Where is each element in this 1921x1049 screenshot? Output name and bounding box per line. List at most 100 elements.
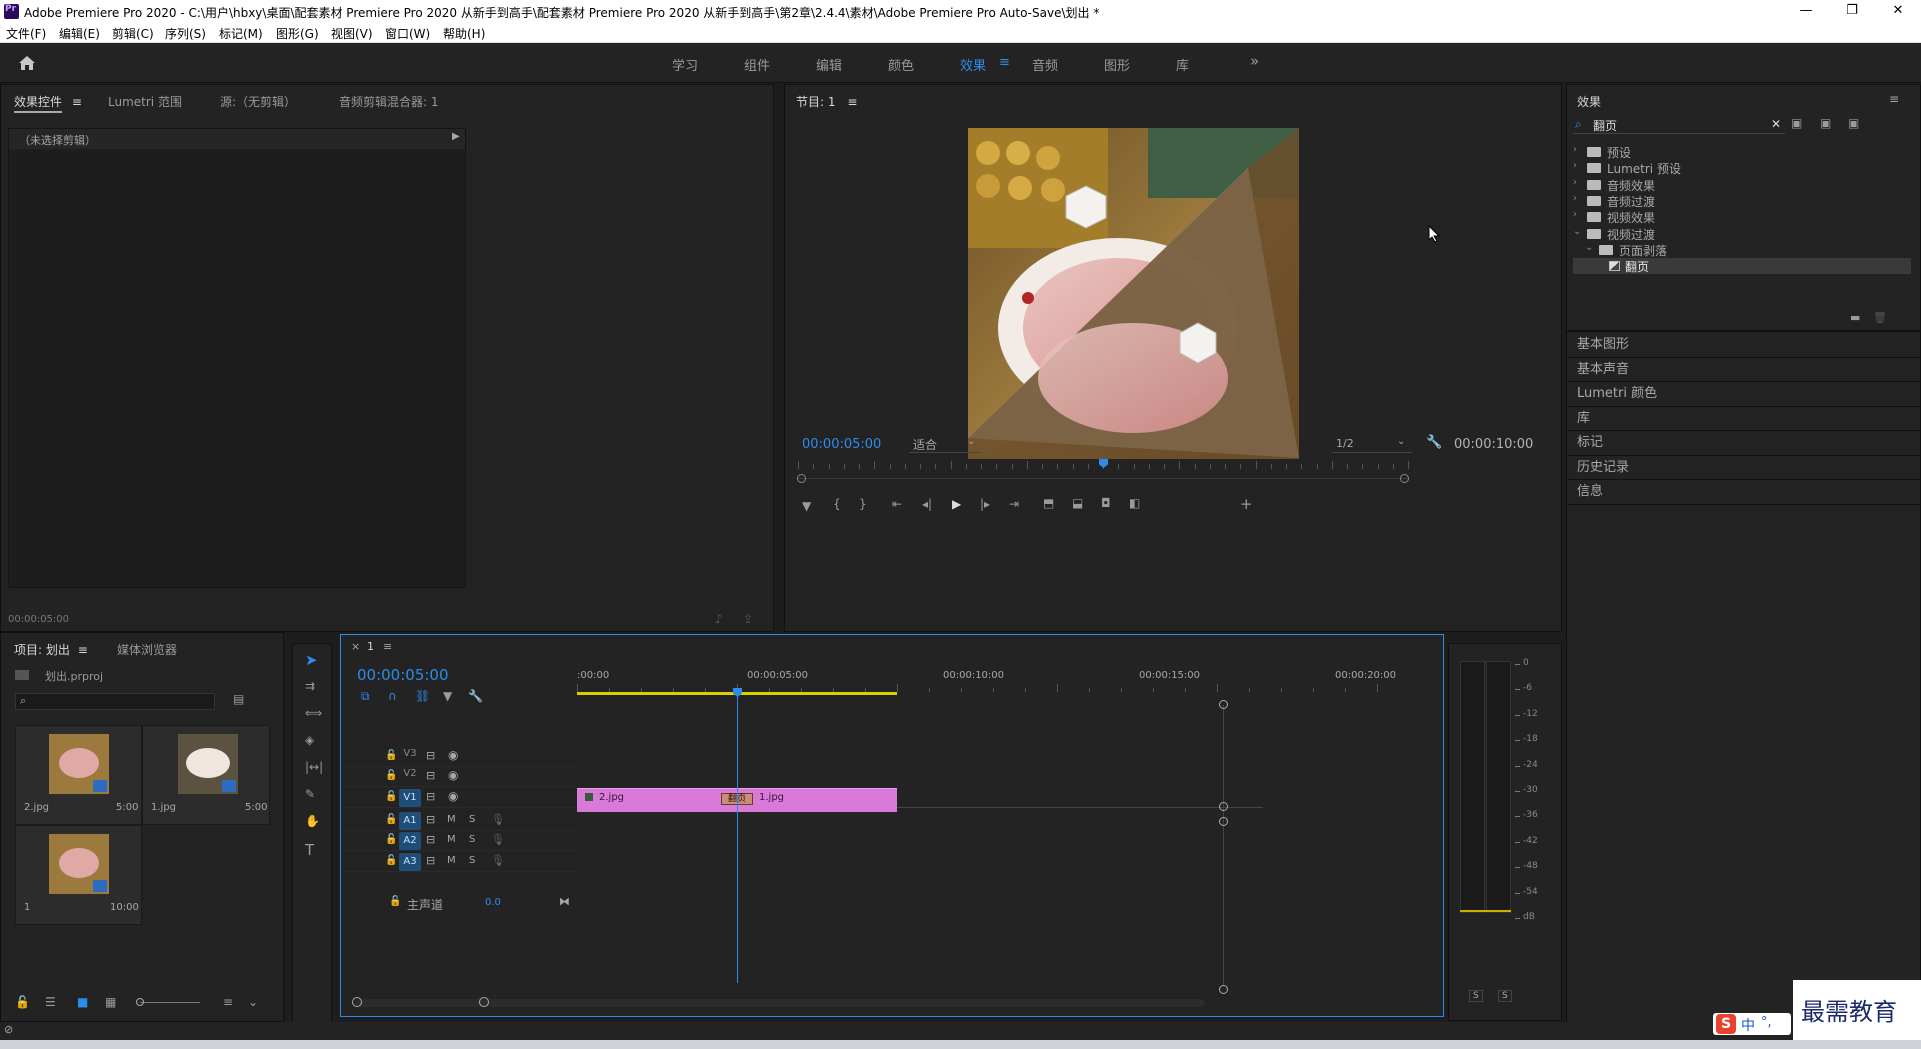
track-target-a2[interactable]: A2 — [399, 832, 421, 851]
tab-program[interactable]: 节目: 1 ≡ — [796, 93, 857, 110]
track-area[interactable]: 2.jpg1.jpg翻页 — [577, 747, 1263, 987]
lock-icon[interactable]: 🔓 — [385, 814, 397, 825]
pen-tool-icon[interactable]: ✎ — [305, 787, 315, 801]
solo-left-button[interactable]: S — [1469, 990, 1483, 1002]
sequence-menu-icon[interactable]: ≡ — [383, 640, 392, 653]
solo-button[interactable]: S — [469, 855, 475, 866]
32bit-effects-icon[interactable]: ▣ — [1820, 116, 1831, 130]
timeline-timecode[interactable]: 00:00:05:00 — [357, 666, 449, 684]
lock-icon[interactable]: 🔓 — [389, 896, 401, 907]
timeline-ruler[interactable]: :00:00 00:00:05:00 00:00:10:00 00:00:15:… — [577, 670, 1417, 695]
chevron-right-icon[interactable]: › — [1573, 160, 1577, 171]
effects-tree-item[interactable]: › 预设 — [1573, 144, 1911, 160]
new-bin-icon[interactable]: ▬ — [1850, 311, 1860, 324]
yuv-effects-icon[interactable]: ▣ — [1848, 116, 1859, 130]
timeline-settings-icon[interactable]: 🔧 — [468, 689, 483, 703]
lock-icon[interactable]: 🔓 — [385, 834, 397, 845]
go-to-in-icon[interactable]: ⇤ — [892, 497, 902, 511]
sync-lock-icon[interactable]: ⊟ — [426, 769, 435, 782]
vertical-scrollbar[interactable] — [1223, 705, 1224, 985]
linked-selection-icon[interactable]: ⛓ — [415, 689, 430, 703]
timeline-clip[interactable]: 1.jpg — [737, 788, 897, 812]
menu-sequence[interactable]: 序列(S) — [165, 25, 206, 42]
effects-section-6[interactable]: 信息 — [1567, 480, 1921, 505]
program-scrubber[interactable] — [798, 459, 1409, 473]
tab-source[interactable]: 源:（无剪辑） — [220, 93, 296, 110]
sync-lock-icon[interactable]: ⊟ — [426, 833, 435, 846]
effects-tree-item[interactable]: › Lumetri 预设 — [1573, 160, 1911, 176]
track-target-v1[interactable]: V1 — [399, 788, 421, 807]
master-volume-value[interactable]: 0.0 — [485, 897, 501, 908]
mute-button[interactable]: M — [447, 814, 456, 825]
chevron-right-icon[interactable]: › — [1573, 177, 1577, 188]
timeline-clip[interactable]: 2.jpg — [577, 788, 737, 812]
play-icon[interactable]: ▶ — [952, 497, 961, 511]
sort-icon[interactable]: ≡ — [223, 995, 233, 1009]
lock-icon[interactable]: 🔓 — [385, 750, 397, 761]
timeline-playhead[interactable] — [733, 688, 742, 697]
export-frame-icon[interactable]: ◘ — [1101, 496, 1111, 510]
effects-tree-item[interactable]: ⌄ 视频过渡 — [1573, 226, 1911, 242]
extract-icon[interactable]: ⬓ — [1072, 496, 1083, 510]
v-scroll-handle-top[interactable] — [1219, 700, 1228, 709]
menu-file[interactable]: 文件(F) — [6, 25, 46, 42]
timeline-playhead-line[interactable] — [737, 688, 738, 983]
zoom-right-handle[interactable] — [1400, 474, 1409, 483]
fit-dropdown[interactable]: 适合 ⌄ — [909, 435, 981, 453]
v-scroll-handle-bottom[interactable] — [1219, 985, 1228, 994]
mute-button[interactable]: M — [447, 855, 456, 866]
mark-out-icon[interactable]: } — [859, 497, 867, 511]
track-target-v3[interactable]: V3 — [399, 748, 421, 759]
effects-tree-item[interactable]: › 视频效果 — [1573, 209, 1911, 225]
tab-media-browser[interactable]: 媒体浏览器 — [117, 641, 177, 658]
slip-tool-icon[interactable]: |↔| — [305, 760, 323, 774]
type-tool-icon[interactable]: T — [305, 841, 314, 859]
effects-tree-item[interactable]: ⌄ 页面剥落 — [1573, 242, 1911, 258]
sync-lock-icon[interactable]: ⊟ — [426, 749, 435, 762]
project-item-1jpg[interactable]: 1.jpg 5:00 — [142, 725, 270, 825]
lock-icon[interactable]: 🔓 — [385, 770, 397, 781]
tab-audio-clip-mixer[interactable]: 音频剪辑混合器: 1 — [339, 93, 439, 110]
microphone-icon[interactable]: 🎙 — [491, 833, 505, 846]
effects-section-3[interactable]: 库 — [1567, 407, 1921, 431]
master-clip-icon[interactable]: ⧓ — [559, 895, 570, 908]
chevron-right-icon[interactable]: › — [1573, 209, 1577, 220]
sync-lock-icon[interactable]: ⊟ — [426, 854, 435, 867]
minimize-button[interactable]: — — [1783, 0, 1829, 22]
render-audio-icon[interactable]: ♪ — [715, 612, 723, 626]
project-item-2jpg[interactable]: 2.jpg 5:00 — [15, 725, 142, 825]
track-target-v2[interactable]: V2 — [399, 768, 421, 779]
project-search-field[interactable]: ⌕ — [15, 693, 215, 710]
tab-effect-controls[interactable]: 效果控件 ≡ — [14, 93, 82, 113]
effects-tree-item[interactable]: 翻页 — [1573, 258, 1911, 275]
project-menu-icon[interactable]: ≡ — [78, 643, 88, 657]
close-sequence-icon[interactable]: × — [351, 640, 360, 653]
menu-graphics[interactable]: 图形(G) — [276, 25, 319, 42]
workspace-learn[interactable]: 学习 — [672, 55, 698, 74]
sync-lock-icon[interactable]: ⊟ — [426, 790, 435, 803]
add-marker-timeline-icon[interactable]: ▼ — [443, 689, 452, 703]
button-editor-icon[interactable]: + — [1240, 495, 1253, 513]
list-view-icon[interactable]: ☰ — [45, 995, 56, 1009]
menu-clip[interactable]: 剪辑(C) — [112, 25, 154, 42]
lock-icon[interactable]: 🔓 — [15, 995, 30, 1009]
h-scroll-handle-right[interactable] — [479, 997, 489, 1007]
workspace-more-icon[interactable]: » — [1250, 52, 1259, 70]
go-to-out-icon[interactable]: ⇥ — [1009, 497, 1019, 511]
hand-tool-icon[interactable]: ✋ — [305, 814, 320, 828]
ime-indicator[interactable]: S 中 °, — [1713, 1013, 1791, 1035]
effects-section-1[interactable]: 基本声音 — [1567, 358, 1921, 382]
effects-section-2[interactable]: Lumetri 颜色 — [1567, 382, 1921, 407]
home-icon[interactable] — [18, 55, 36, 71]
workspace-editing[interactable]: 编辑 — [816, 55, 842, 74]
bin-search-icon[interactable]: ▤ — [233, 692, 244, 706]
effects-section-4[interactable]: 标记 — [1567, 431, 1921, 456]
eye-icon[interactable]: ◉ — [448, 789, 458, 803]
eye-icon[interactable]: ◉ — [448, 768, 458, 782]
v-scroll-handle-audio[interactable] — [1219, 817, 1228, 826]
program-timecode[interactable]: 00:00:05:00 — [802, 437, 881, 452]
effects-tree-item[interactable]: › 音频效果 — [1573, 177, 1911, 193]
effects-search-field[interactable]: ⌕ 翻页 ✕ — [1573, 116, 1785, 134]
lift-icon[interactable]: ⬒ — [1043, 496, 1054, 510]
export-icon[interactable]: ⇪ — [743, 612, 753, 626]
